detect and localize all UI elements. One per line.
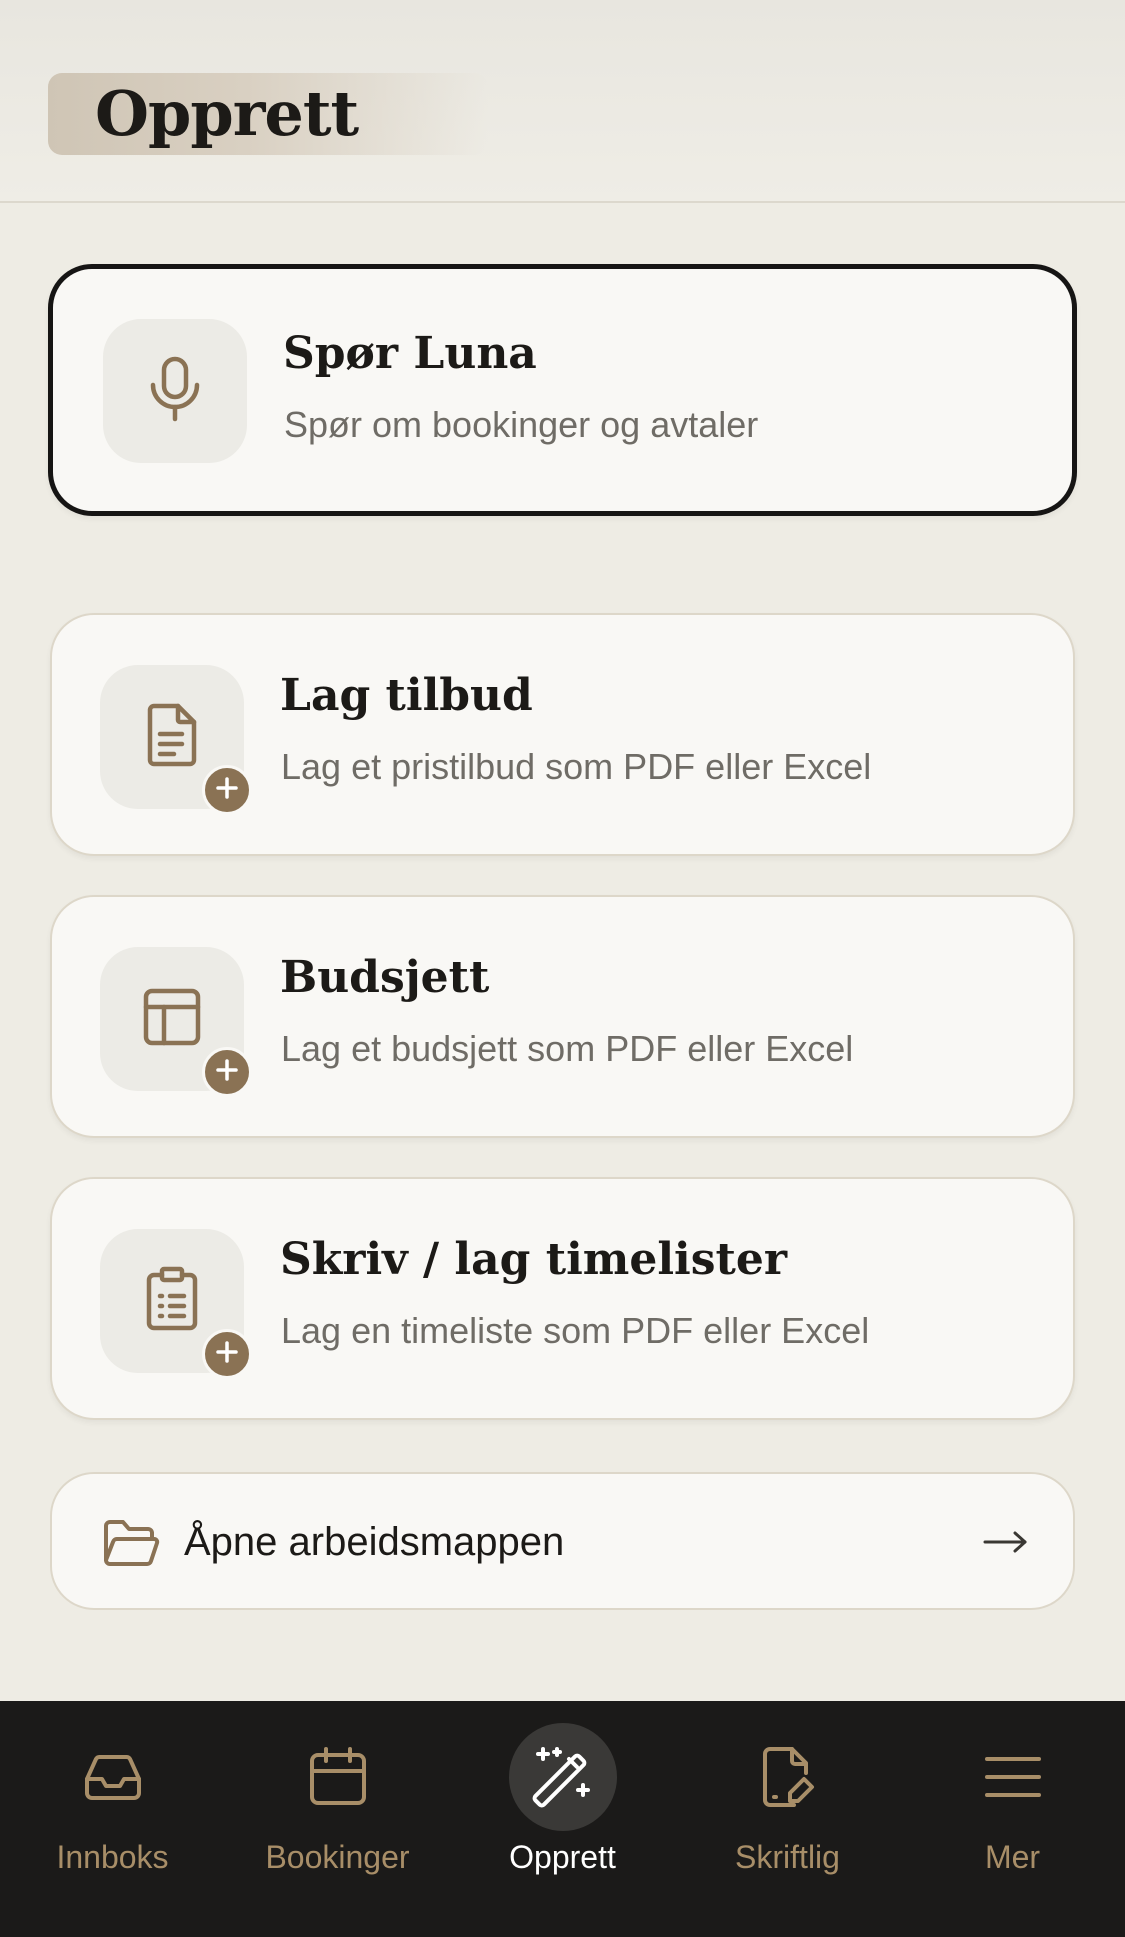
table-icon	[142, 987, 202, 1052]
microphone-icon	[147, 355, 203, 428]
nav-label-more: Mer	[984, 1839, 1041, 1875]
nav-label-bookings: Bookinger	[265, 1839, 410, 1875]
bottom-navigation: Innboks Bookinger Opprett Skriftlig Mer	[0, 1701, 1125, 1937]
calendar-icon	[306, 1745, 370, 1809]
menu-icon	[981, 1745, 1045, 1809]
create-budget-card[interactable]: Budsjett Lag et budsjett som PDF eller E…	[50, 895, 1075, 1138]
open-work-folder-button[interactable]: Åpne arbeidsmappen	[50, 1472, 1075, 1610]
create-timesheet-title: Skriv / lag timelister	[280, 1234, 788, 1285]
open-work-folder-label: Åpne arbeidsmappen	[184, 1520, 565, 1564]
header: Opprett	[0, 0, 1125, 203]
create-budget-title: Budsjett	[280, 952, 490, 1003]
add-budget-badge	[202, 1047, 252, 1097]
plus-icon	[215, 776, 239, 805]
ask-luna-card[interactable]: Spør Luna Spør om bookinger og avtaler	[48, 264, 1077, 516]
ask-luna-title: Spør Luna	[283, 328, 537, 379]
plus-icon	[215, 1058, 239, 1087]
nav-item-more[interactable]: Mer	[900, 1701, 1125, 1937]
ask-luna-subtitle: Spør om bookinger og avtaler	[284, 404, 759, 445]
create-timesheet-card[interactable]: Skriv / lag timelister Lag en timeliste …	[50, 1177, 1075, 1420]
arrow-right-icon	[983, 1522, 1029, 1567]
document-pen-icon	[756, 1745, 820, 1809]
clipboard-list-icon	[144, 1266, 200, 1337]
nav-label-written: Skriftlig	[735, 1839, 840, 1875]
nav-label-inbox: Innboks	[56, 1839, 169, 1875]
inbox-icon	[81, 1745, 145, 1809]
create-timesheet-subtitle: Lag en timeliste som PDF eller Excel	[281, 1310, 870, 1351]
create-quote-card[interactable]: Lag tilbud Lag et pristilbud som PDF ell…	[50, 613, 1075, 856]
nav-item-bookings[interactable]: Bookinger	[225, 1701, 450, 1937]
document-icon	[144, 702, 200, 773]
magic-wand-icon	[531, 1745, 595, 1809]
add-quote-badge	[202, 765, 252, 815]
nav-item-create[interactable]: Opprett	[450, 1701, 675, 1937]
folder-icon	[102, 1518, 160, 1573]
create-screen: Opprett Spør Luna Spør om bookinger og a…	[0, 0, 1125, 1937]
nav-label-create: Opprett	[509, 1839, 616, 1875]
nav-item-written[interactable]: Skriftlig	[675, 1701, 900, 1937]
page-title: Opprett	[95, 77, 359, 150]
create-quote-title: Lag tilbud	[280, 670, 533, 721]
ask-luna-icon-tile	[103, 319, 247, 463]
plus-icon	[215, 1340, 239, 1369]
nav-item-inbox[interactable]: Innboks	[0, 1701, 225, 1937]
add-timesheet-badge	[202, 1329, 252, 1379]
create-quote-subtitle: Lag et pristilbud som PDF eller Excel	[281, 746, 872, 787]
create-budget-subtitle: Lag et budsjett som PDF eller Excel	[281, 1028, 854, 1069]
